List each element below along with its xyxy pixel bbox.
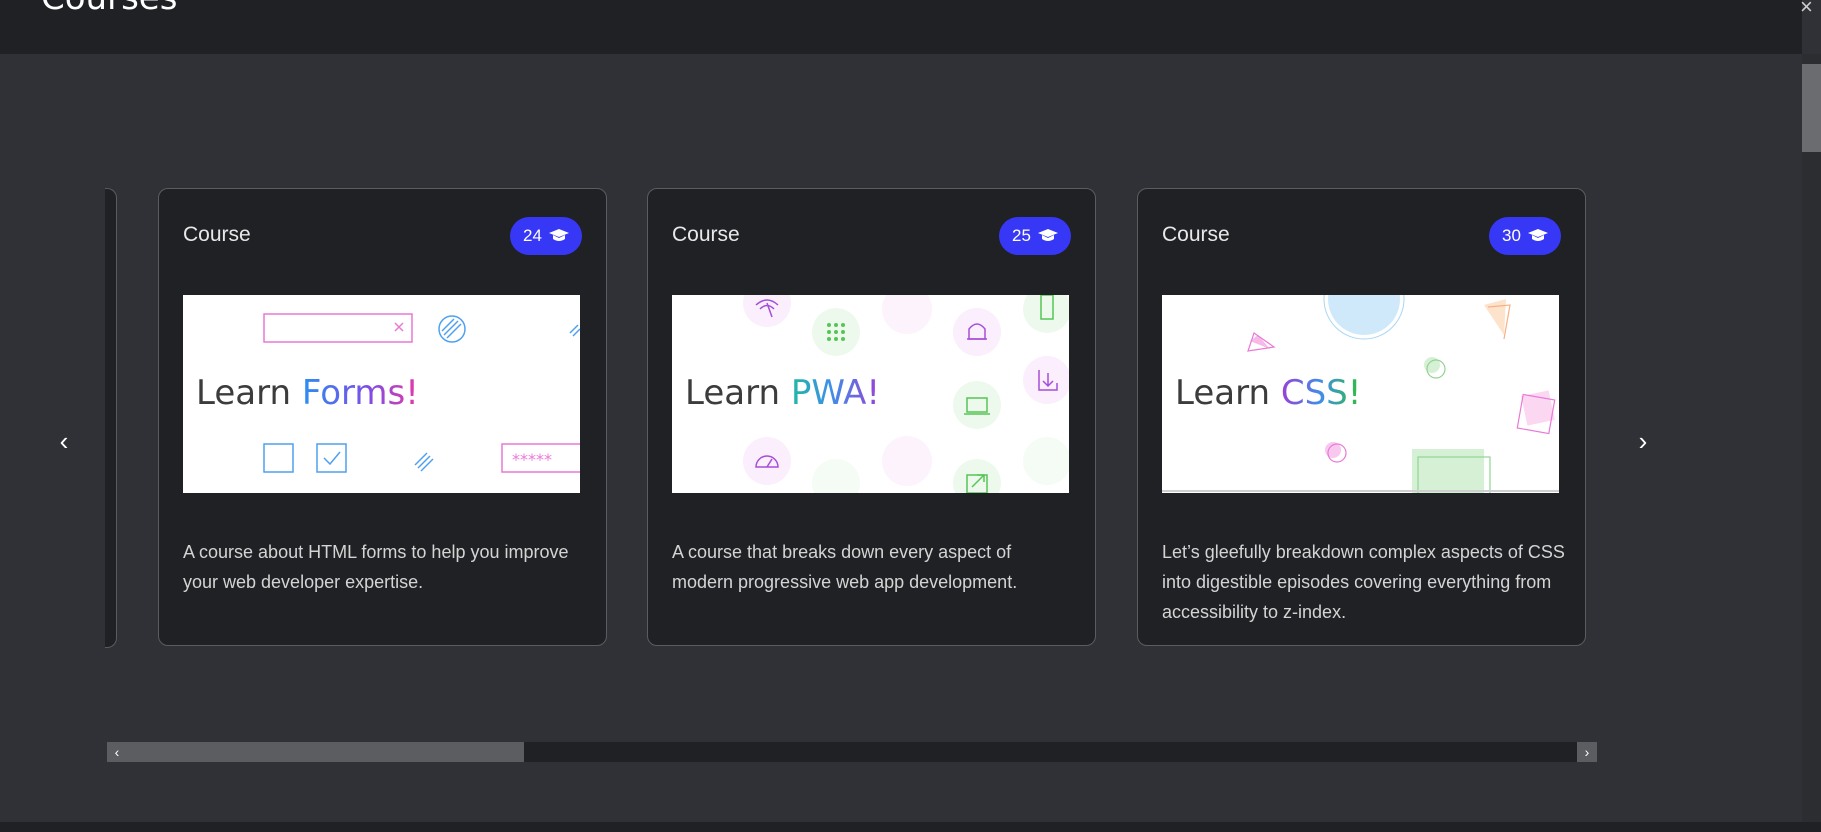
top-bar: Courses × xyxy=(0,0,1813,54)
thumbnail-title: Learn Forms! xyxy=(196,373,419,413)
lesson-count: 30 xyxy=(1502,226,1521,245)
horizontal-scrollbar[interactable]: ‹ › xyxy=(107,742,1597,762)
page-title: Courses xyxy=(41,0,177,18)
learn-word: Learn xyxy=(196,373,292,413)
course-card-partial[interactable] xyxy=(105,188,117,648)
course-description: A course that breaks down every aspect o… xyxy=(672,542,1018,592)
course-thumbnail: ***** Learn Forms! xyxy=(183,295,580,493)
scroll-right-button[interactable]: › xyxy=(1577,742,1597,762)
course-card-css[interactable]: Course 30 Learn CSS! Let’s gleefully bre… xyxy=(1137,188,1586,646)
lesson-count-badge: 24 xyxy=(510,217,582,255)
thumbnail-title: Learn CSS! xyxy=(1175,373,1361,413)
lesson-count: 24 xyxy=(523,226,542,245)
graduation-cap-icon xyxy=(1527,229,1548,241)
course-thumbnail: Learn PWA! xyxy=(672,295,1069,493)
close-icon[interactable]: × xyxy=(1800,0,1813,20)
graduation-cap-icon xyxy=(1037,229,1058,241)
topic-word: PWA! xyxy=(790,373,880,413)
topic-word: CSS! xyxy=(1280,373,1362,413)
graduation-cap-icon xyxy=(548,229,569,241)
course-card-pwa[interactable]: Course 25 Learn PWA! A course that break… xyxy=(647,188,1096,646)
card-kicker: Course xyxy=(1162,223,1230,246)
thumbnail-title: Learn PWA! xyxy=(685,373,880,413)
lesson-count-badge: 25 xyxy=(999,217,1071,255)
topic-word: Forms! xyxy=(301,373,419,413)
course-card-forms[interactable]: Course 24 ***** Learn Forms! A course ab… xyxy=(158,188,607,646)
password-mask: ***** xyxy=(512,450,552,469)
learn-word: Learn xyxy=(1175,373,1271,413)
learn-word: Learn xyxy=(685,373,781,413)
scroll-left-button[interactable]: ‹ xyxy=(107,742,127,762)
course-description: Let’s gleefully breakdown complex aspect… xyxy=(1162,542,1565,622)
course-description: A course about HTML forms to help you im… xyxy=(183,542,569,592)
carousel-prev-button[interactable]: ‹ xyxy=(49,426,79,456)
scrollbar-thumb[interactable] xyxy=(127,742,524,762)
vertical-scrollbar-thumb[interactable] xyxy=(1802,64,1821,152)
carousel-next-button[interactable]: › xyxy=(1628,426,1658,456)
card-kicker: Course xyxy=(672,223,740,246)
course-thumbnail: Learn CSS! xyxy=(1162,295,1559,493)
bottom-bar xyxy=(0,822,1821,832)
lesson-count-badge: 30 xyxy=(1489,217,1561,255)
course-carousel: ‹ Course 24 ***** Learn Forms! A course … xyxy=(0,54,1802,822)
card-kicker: Course xyxy=(183,223,251,246)
vertical-scrollbar[interactable] xyxy=(1802,54,1821,822)
lesson-count: 25 xyxy=(1012,226,1031,245)
